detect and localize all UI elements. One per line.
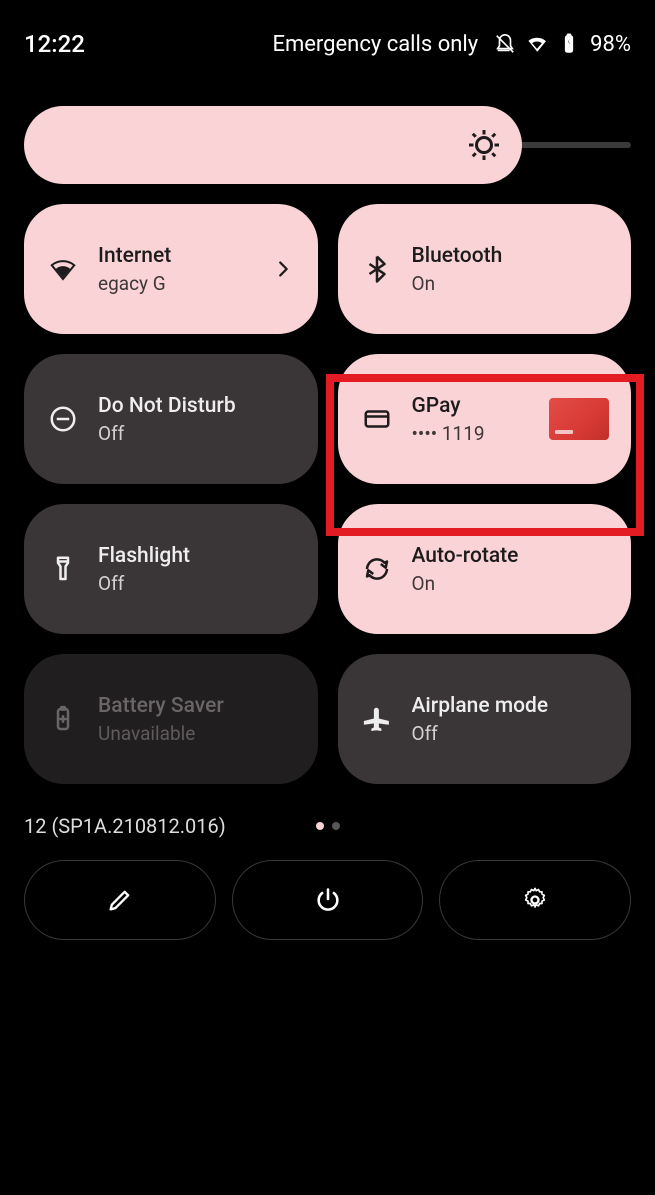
tile-airplane-mode[interactable]: Airplane mode Off — [338, 654, 632, 784]
power-button[interactable] — [232, 860, 424, 940]
tile-do-not-disturb[interactable]: Do Not Disturb Off — [24, 354, 318, 484]
tile-subtitle: Off — [98, 422, 296, 445]
tile-title: Bluetooth — [412, 244, 610, 268]
settings-button[interactable] — [439, 860, 631, 940]
tile-gpay[interactable]: GPay •••• 1119 — [338, 354, 632, 484]
tile-title: Flashlight — [98, 544, 296, 568]
tile-title: GPay — [412, 394, 532, 418]
brightness-slider[interactable] — [0, 72, 655, 192]
tile-subtitle: On — [412, 572, 610, 595]
battery-charging-icon — [558, 33, 580, 55]
tile-subtitle: On — [412, 272, 610, 295]
battery-percent: 98% — [590, 32, 631, 57]
status-bar: 12:22 Emergency calls only 98% — [0, 0, 655, 72]
tile-flashlight[interactable]: Flashlight Off — [24, 504, 318, 634]
page-indicator — [316, 822, 340, 830]
tile-title: Airplane mode — [412, 694, 610, 718]
edit-button[interactable] — [24, 860, 216, 940]
dnd-icon — [46, 402, 80, 436]
tile-auto-rotate[interactable]: Auto-rotate On — [338, 504, 632, 634]
build-row: 12 (SP1A.210812.016) — [0, 784, 655, 846]
wifi-icon — [526, 33, 548, 55]
tile-title: Do Not Disturb — [98, 394, 296, 418]
footer-actions — [0, 846, 655, 940]
battery-saver-icon — [46, 702, 80, 736]
tile-subtitle: egacy G — [98, 272, 296, 295]
quick-settings-tiles: Internet egacy G Bluetooth On Do Not Dis… — [0, 192, 655, 784]
page-dot-inactive — [332, 822, 340, 830]
page-dot-active — [316, 822, 324, 830]
card-icon — [360, 402, 394, 436]
tile-bluetooth[interactable]: Bluetooth On — [338, 204, 632, 334]
tile-subtitle: •••• 1119 — [412, 422, 532, 445]
flashlight-icon — [46, 552, 80, 586]
status-right: Emergency calls only 98% — [272, 32, 631, 57]
tile-internet[interactable]: Internet egacy G — [24, 204, 318, 334]
brightness-icon — [466, 127, 502, 163]
chevron-right-icon — [272, 258, 294, 280]
tile-title: Internet — [98, 244, 296, 268]
airplane-icon — [360, 702, 394, 736]
wifi-icon — [46, 252, 80, 286]
tile-subtitle: Unavailable — [98, 722, 296, 745]
tile-title: Battery Saver — [98, 694, 296, 718]
build-version: 12 (SP1A.210812.016) — [24, 814, 226, 838]
tile-title: Auto-rotate — [412, 544, 610, 568]
dnd-off-bell-icon — [494, 33, 516, 55]
auto-rotate-icon — [360, 552, 394, 586]
payment-card-image — [549, 398, 609, 440]
bluetooth-icon — [360, 252, 394, 286]
status-emergency: Emergency calls only — [272, 32, 478, 57]
tile-battery-saver[interactable]: Battery Saver Unavailable — [24, 654, 318, 784]
status-time: 12:22 — [24, 30, 85, 58]
tile-subtitle: Off — [412, 722, 610, 745]
tile-subtitle: Off — [98, 572, 296, 595]
